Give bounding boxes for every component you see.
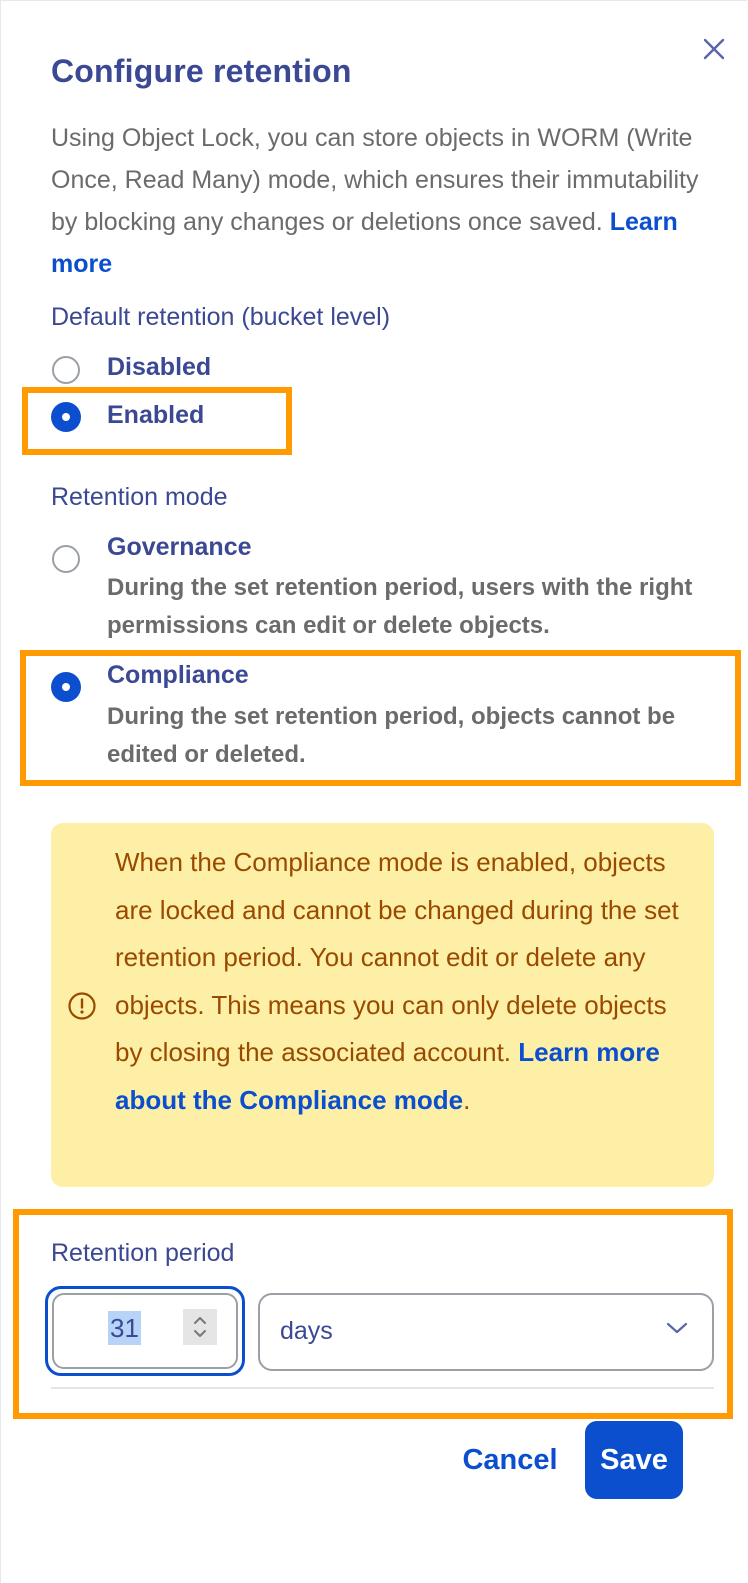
- default-retention-label: Default retention (bucket level): [51, 303, 391, 331]
- close-icon: [703, 38, 725, 60]
- cancel-button[interactable]: Cancel: [453, 1423, 567, 1497]
- intro-text: Using Object Lock, you can store objects…: [51, 117, 713, 285]
- option-disabled-label[interactable]: Disabled: [107, 353, 211, 382]
- number-stepper[interactable]: [183, 1309, 217, 1345]
- retention-mode-label: Retention mode: [51, 483, 228, 511]
- retention-period-input[interactable]: 31: [45, 1286, 245, 1376]
- option-enabled-label[interactable]: Enabled: [107, 401, 204, 430]
- stepper-arrows-icon: [194, 1317, 206, 1337]
- retention-period-value[interactable]: 31: [108, 1311, 141, 1345]
- option-governance-label[interactable]: Governance: [107, 533, 252, 562]
- divider: [51, 1387, 714, 1389]
- radio-enabled[interactable]: [52, 403, 80, 431]
- chevron-down-icon: [666, 1322, 688, 1334]
- radio-governance[interactable]: [52, 545, 80, 573]
- retention-unit-select[interactable]: days: [258, 1293, 714, 1371]
- configure-retention-dialog: Configure retention Using Object Lock, y…: [0, 0, 747, 1583]
- save-button[interactable]: Save: [585, 1421, 683, 1499]
- alert-period: .: [463, 1084, 471, 1115]
- radio-compliance[interactable]: [52, 673, 80, 701]
- radio-disabled[interactable]: [52, 356, 80, 384]
- alert-message: When the Compliance mode is enabled, obj…: [115, 839, 695, 1124]
- dialog-title: Configure retention: [51, 53, 352, 89]
- option-compliance-label[interactable]: Compliance: [107, 661, 249, 690]
- info-circle-icon: [68, 992, 96, 1020]
- alert-body: When the Compliance mode is enabled, obj…: [115, 847, 679, 1067]
- option-compliance-description: During the set retention period, objects…: [107, 703, 676, 768]
- retention-period-label: Retention period: [51, 1239, 235, 1267]
- compliance-warning-alert: When the Compliance mode is enabled, obj…: [51, 823, 714, 1187]
- intro-body: Using Object Lock, you can store objects…: [51, 124, 699, 236]
- option-governance-description: During the set retention period, users w…: [107, 574, 693, 639]
- retention-unit-value: days: [280, 1317, 333, 1345]
- close-button[interactable]: [698, 33, 730, 65]
